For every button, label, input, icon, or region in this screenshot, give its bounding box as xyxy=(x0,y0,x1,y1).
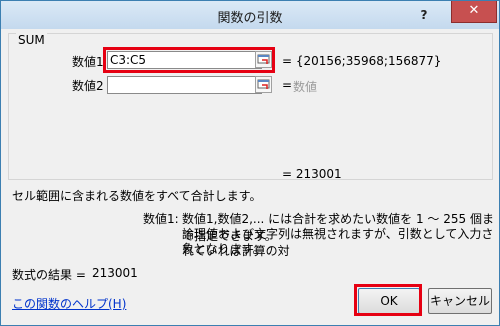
arg2-equals: = xyxy=(282,78,293,92)
arg2-evaluated-placeholder: 数値 xyxy=(293,80,318,94)
arg2-label: 数値2 xyxy=(72,79,104,93)
arg1-evaluated: = {20156;35968;156877} xyxy=(282,54,442,68)
function-help-link[interactable]: この関数のヘルプ(H) xyxy=(12,295,126,312)
function-name: SUM xyxy=(16,33,47,47)
formula-result-value: 213001 xyxy=(92,266,138,280)
cancel-button[interactable]: キャンセル xyxy=(428,288,492,314)
function-description: セル範囲に含まれる数値をすべて合計します。 xyxy=(12,189,262,203)
arg1-label: 数値1 xyxy=(72,55,104,69)
arg1-highlight xyxy=(103,47,275,73)
title-bar: 関数の引数 ? ✕ xyxy=(1,1,499,29)
formula-result-label: 数式の結果 = xyxy=(12,268,86,282)
arg2-input[interactable] xyxy=(107,76,262,94)
ok-highlight xyxy=(354,284,422,316)
help-button[interactable]: ? xyxy=(413,6,435,24)
function-result: = 213001 xyxy=(282,167,342,181)
close-button[interactable]: ✕ xyxy=(451,1,497,23)
collapse-dialog-icon xyxy=(257,79,270,89)
arg-help-line3: 象となります。 xyxy=(182,242,265,256)
function-arguments-dialog: 関数の引数 ? ✕ SUM 数値1 C3:C5 = {20156;35968;1… xyxy=(0,0,500,326)
arg2-collapse-button[interactable] xyxy=(255,76,272,93)
arg-help-label: 数値1: xyxy=(143,212,179,226)
